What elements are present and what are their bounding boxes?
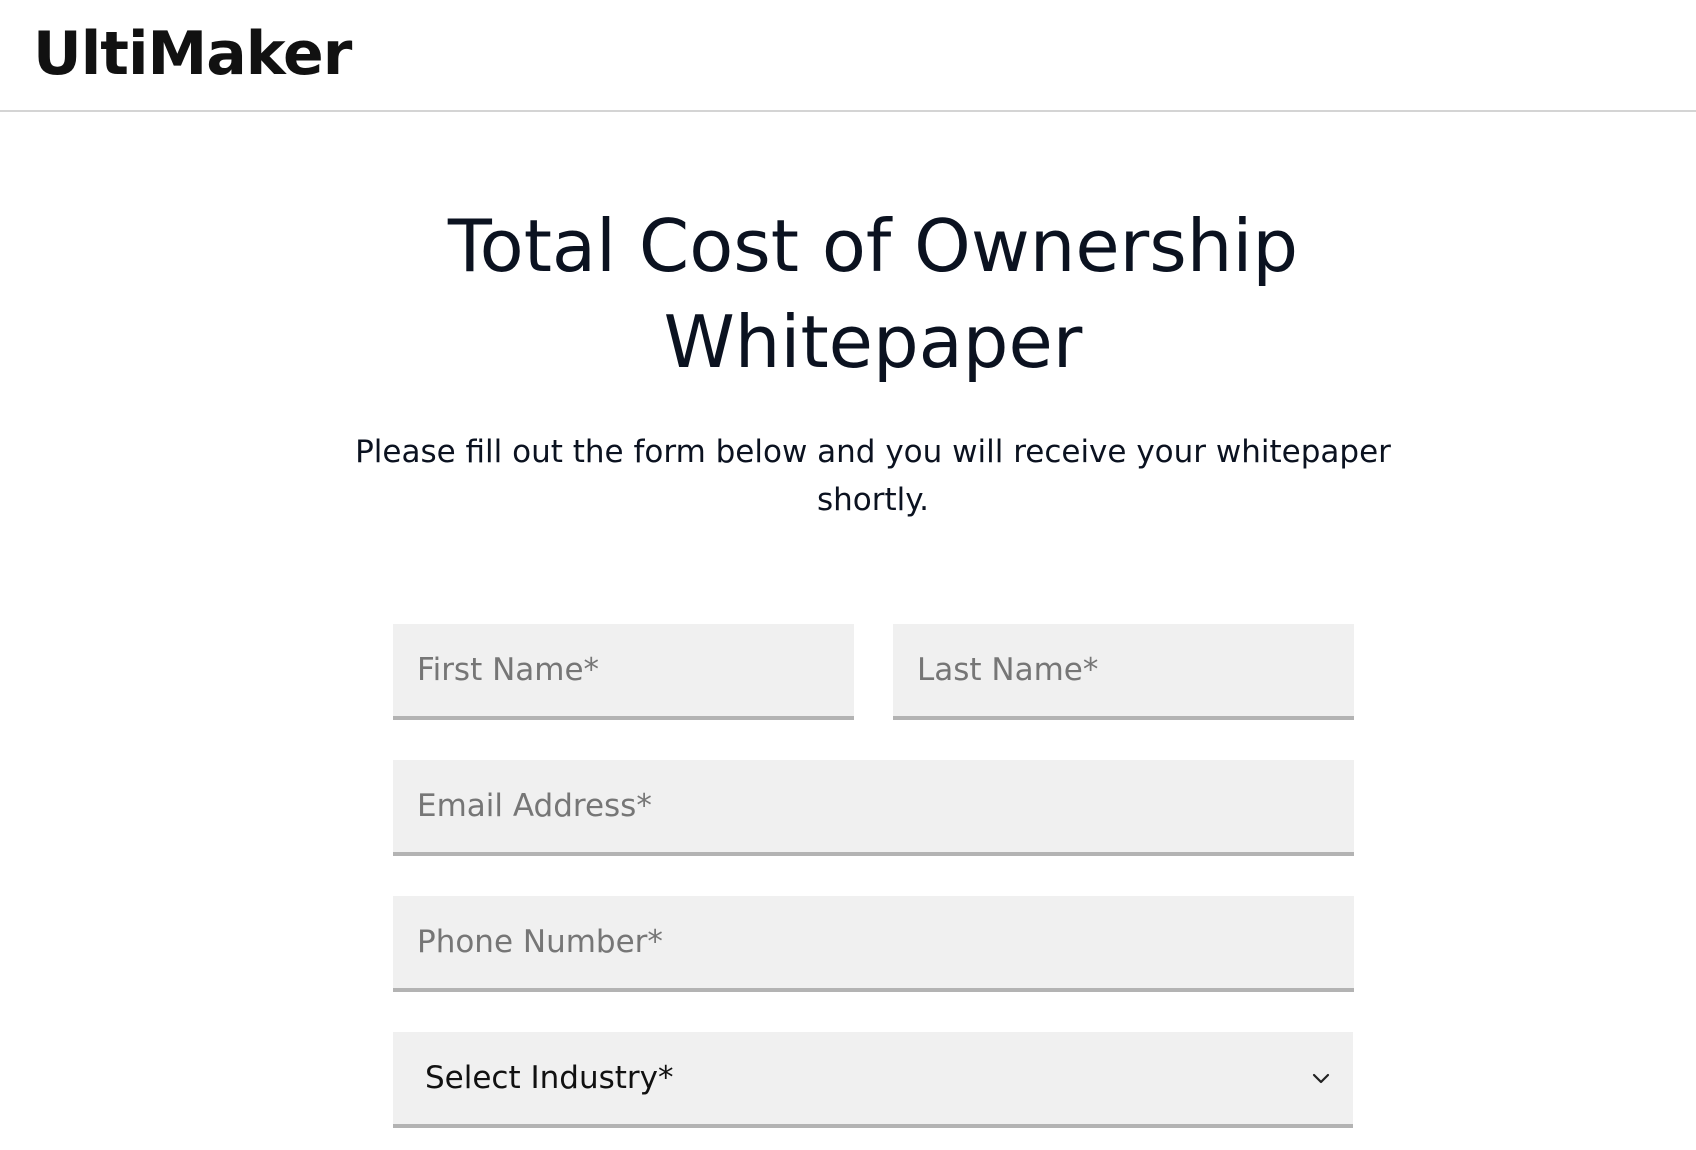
page-title-line-2: Whitepaper [663, 300, 1083, 384]
form-description-line-1: Please fill out the form below and you w… [355, 434, 1391, 470]
chevron-down-icon [1312, 1073, 1330, 1084]
form-description-line-2: shortly. [816, 482, 930, 518]
ultimaker-logo[interactable]: UltiMaker [33, 20, 352, 88]
first-name-input[interactable] [393, 624, 854, 720]
email-input[interactable] [393, 760, 1354, 856]
industry-select[interactable]: Select Industry* [393, 1032, 1353, 1128]
page-title-line-1: Total Cost of Ownership [447, 204, 1299, 288]
site-header: UltiMaker [0, 0, 1696, 112]
phone-input[interactable] [393, 896, 1354, 992]
last-name-input[interactable] [893, 624, 1354, 720]
form-description: Please fill out the form below and you w… [348, 428, 1398, 524]
industry-select-value: Select Industry* [425, 1060, 674, 1096]
page-title: Total Cost of Ownership Whitepaper [348, 198, 1398, 390]
